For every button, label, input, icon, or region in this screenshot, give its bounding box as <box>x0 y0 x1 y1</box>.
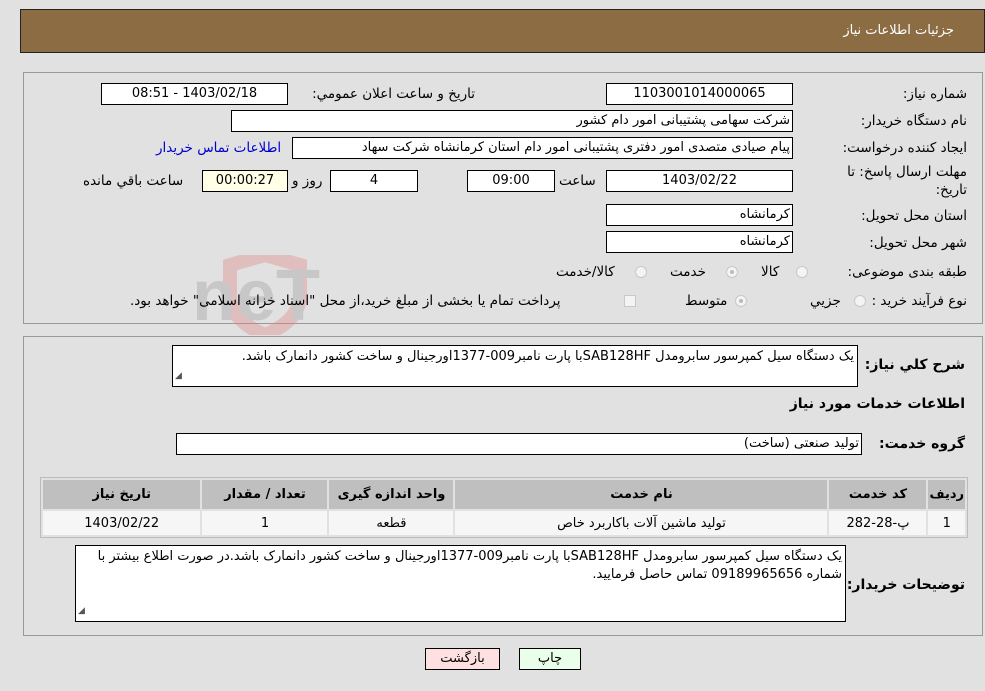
treasury-checkbox[interactable] <box>624 295 636 307</box>
city-label: شهر محل تحویل: <box>869 235 967 251</box>
cell-service-code: پ-28-282 <box>829 511 927 535</box>
category-radio-service[interactable] <box>726 266 738 278</box>
resize-grip-icon[interactable]: ◢ <box>175 367 182 385</box>
cell-unit: قطعه <box>329 511 454 535</box>
need-number-label: شماره نیاز: <box>902 86 967 102</box>
province-label: استان محل تحویل: <box>861 208 967 224</box>
col-service-code: کد خدمت <box>829 480 927 509</box>
process-label: نوع فرآیند خرید : <box>871 293 967 309</box>
print-button[interactable]: چاپ <box>519 648 581 670</box>
announce-label: تاریخ و ساعت اعلان عمومي: <box>312 86 475 102</box>
process-radio-minor[interactable] <box>854 295 866 307</box>
category-option-service: خدمت <box>670 264 706 280</box>
creator-field: پیام صیادی متصدی امور دفتری پشتیبانی امو… <box>292 137 793 159</box>
category-radio-goods[interactable] <box>796 266 808 278</box>
col-row-number: ردیف <box>928 480 965 509</box>
cell-service-name: تولید ماشین آلات باکاربرد خاص <box>455 511 828 535</box>
days-label: روز و <box>292 173 323 189</box>
table-header-row: ردیف کد خدمت نام خدمت واحد اندازه گیری ت… <box>43 480 965 509</box>
page-header: جزئیات اطلاعات نیاز <box>20 9 985 53</box>
creator-label: ایجاد کننده درخواست: <box>842 140 967 156</box>
category-option-goods: کالا <box>761 264 780 280</box>
services-table: ردیف کد خدمت نام خدمت واحد اندازه گیری ت… <box>40 477 968 538</box>
summary-label: شرح کلي نیاز: <box>864 357 965 373</box>
col-need-date: تاریخ نیاز <box>43 480 201 509</box>
deadline-label: مهلت ارسال پاسخ: تا <box>847 164 967 180</box>
summary-text: یک دستگاه سیل کمپرسور سابرومدل SAB128HFب… <box>241 349 854 364</box>
city-field: کرمانشاه <box>606 231 793 253</box>
time-remaining-label: ساعت باقي مانده <box>83 173 184 189</box>
cell-row-number: 1 <box>928 511 965 535</box>
resize-grip-icon[interactable]: ◢ <box>78 602 85 620</box>
page-title: جزئیات اطلاعات نیاز <box>843 23 954 38</box>
days-remaining-field: 4 <box>330 170 418 192</box>
buyer-org-field: شرکت سهامی پشتیبانی امور دام کشور <box>231 110 793 132</box>
deadline-time-label: ساعت <box>559 173 596 189</box>
cell-need-date: 1403/02/22 <box>43 511 201 535</box>
treasury-note: پرداخت تمام یا بخشی از مبلغ خرید،از محل … <box>130 293 561 309</box>
service-group-field: تولید صنعتی (ساخت) <box>176 433 862 455</box>
buyer-notes-textarea[interactable]: یک دستگاه سیل کمپرسور سابرومدل SAB128HFب… <box>75 545 846 622</box>
buyer-contact-link[interactable]: اطلاعات تماس خریدار <box>156 140 281 156</box>
process-radio-medium[interactable] <box>735 295 747 307</box>
time-remaining-field: 00:00:27 <box>202 170 288 192</box>
category-option-goods-service: کالا/خدمت <box>556 264 615 280</box>
category-label: طبقه بندی موضوعی: <box>847 264 967 280</box>
summary-textarea[interactable]: یک دستگاه سیل کمپرسور سابرومدل SAB128HFب… <box>172 345 858 387</box>
back-button[interactable]: بازگشت <box>425 648 500 670</box>
announce-datetime-field: 1403/02/18 - 08:51 <box>101 83 288 105</box>
col-service-name: نام خدمت <box>455 480 828 509</box>
process-option-medium: متوسط <box>685 293 728 309</box>
deadline-label-date: تاریخ: <box>935 182 967 198</box>
category-radio-goods-service[interactable] <box>635 266 647 278</box>
deadline-time-field: 09:00 <box>467 170 555 192</box>
buyer-notes-text: یک دستگاه سیل کمپرسور سابرومدل SAB128HFب… <box>97 549 842 582</box>
buyer-notes-label: توضیحات خریدار: <box>846 577 965 593</box>
buyer-org-label: نام دستگاه خریدار: <box>860 113 967 129</box>
deadline-date-field: 1403/02/22 <box>606 170 793 192</box>
province-field: کرمانشاه <box>606 204 793 226</box>
process-option-minor: جزيي <box>810 293 841 309</box>
table-row: 1 پ-28-282 تولید ماشین آلات باکاربرد خاص… <box>43 511 965 535</box>
need-number-field: 1103001014000065 <box>606 83 793 105</box>
col-quantity: تعداد / مقدار <box>202 480 328 509</box>
services-heading: اطلاعات خدمات مورد نیاز <box>789 396 965 412</box>
col-unit: واحد اندازه گیری <box>329 480 454 509</box>
cell-quantity: 1 <box>202 511 328 535</box>
service-group-label: گروه خدمت: <box>879 436 965 452</box>
